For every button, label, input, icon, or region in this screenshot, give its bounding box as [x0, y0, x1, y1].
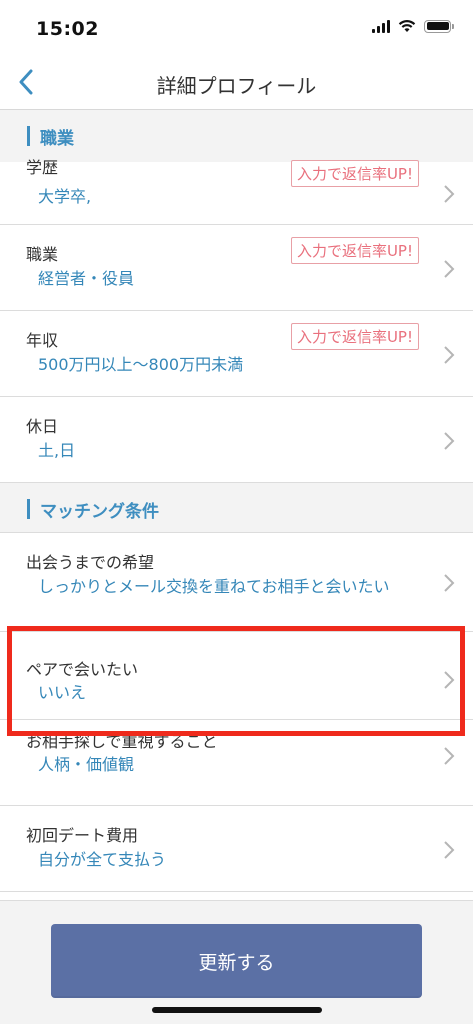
row-value: 経営者・役員: [38, 269, 135, 288]
battery-icon: [424, 19, 454, 33]
row-value: 500万円以上〜800万円未満: [38, 355, 244, 374]
row-label: ペアで会いたい: [26, 660, 139, 679]
row-value: いいえ: [38, 683, 87, 702]
chevron-right-icon: [444, 346, 455, 364]
navigation-bar: 詳細プロフィール: [0, 56, 473, 110]
status-icons: [372, 19, 454, 33]
row-value: 土,日: [38, 441, 76, 460]
row-value: 大学卒,: [38, 187, 92, 206]
chevron-right-icon: [444, 841, 455, 859]
chevron-right-icon: [444, 747, 455, 765]
reply-rate-badge: 入力で返信率UP!: [290, 323, 419, 350]
row-value: しっかりとメール交換を重ねてお相手と会いたい: [38, 577, 390, 596]
chevron-right-icon: [444, 185, 455, 203]
row-income[interactable]: 年収 500万円以上〜800万円未満 入力で返信率UP!: [0, 311, 473, 397]
row-pair[interactable]: ペアで会いたい いいえ: [0, 632, 473, 720]
row-label: 職業: [26, 245, 59, 264]
section-header-matching: マッチング条件: [0, 483, 473, 533]
chevron-right-icon: [444, 260, 455, 278]
reply-rate-badge: 入力で返信率UP!: [290, 237, 419, 264]
profile-detail-list[interactable]: 職業 学歴 大学卒, 入力で返信率UP! 職業 経営者・役員 入力で返信率UP!…: [0, 110, 473, 900]
section-accent-bar: [27, 126, 30, 146]
row-label: お相手探しで重視すること: [26, 732, 218, 751]
chevron-right-icon: [444, 432, 455, 450]
section-header-work: 職業: [0, 110, 473, 162]
section-accent-bar: [27, 499, 30, 519]
update-button[interactable]: 更新する: [51, 924, 422, 998]
home-indicator: [152, 1007, 322, 1013]
section-title: 職業: [40, 129, 74, 149]
row-meeting-wish[interactable]: 出会うまでの希望 しっかりとメール交換を重ねてお相手と会いたい: [0, 533, 473, 632]
page-title: 詳細プロフィール: [156, 74, 317, 98]
status-bar: 15:02: [0, 0, 473, 56]
row-occupation[interactable]: 職業 経営者・役員 入力で返信率UP!: [0, 225, 473, 311]
row-first-date-cost[interactable]: 初回デート費用 自分が全て支払う: [0, 806, 473, 892]
row-label: 学歴: [26, 158, 59, 177]
status-time: 15:02: [36, 18, 99, 40]
row-label: 年収: [26, 331, 59, 350]
row-label: 初回デート費用: [26, 826, 139, 845]
row-education[interactable]: 学歴 大学卒, 入力で返信率UP!: [0, 158, 473, 225]
reply-rate-badge: 入力で返信率UP!: [290, 160, 419, 187]
footer: 更新する: [0, 900, 473, 1024]
section-title: マッチング条件: [40, 502, 159, 522]
chevron-right-icon: [444, 574, 455, 592]
chevron-right-icon: [444, 671, 455, 689]
row-label: 出会うまでの希望: [26, 553, 155, 572]
row-holiday[interactable]: 休日 土,日: [0, 397, 473, 483]
row-value: 自分が全て支払う: [38, 850, 167, 869]
cellular-signal-icon: [372, 19, 390, 33]
row-priority[interactable]: お相手探しで重視すること 人柄・価値観: [0, 720, 473, 806]
row-value: 人柄・価値観: [38, 755, 135, 774]
row-label: 休日: [26, 417, 59, 436]
wifi-icon: [398, 20, 416, 32]
